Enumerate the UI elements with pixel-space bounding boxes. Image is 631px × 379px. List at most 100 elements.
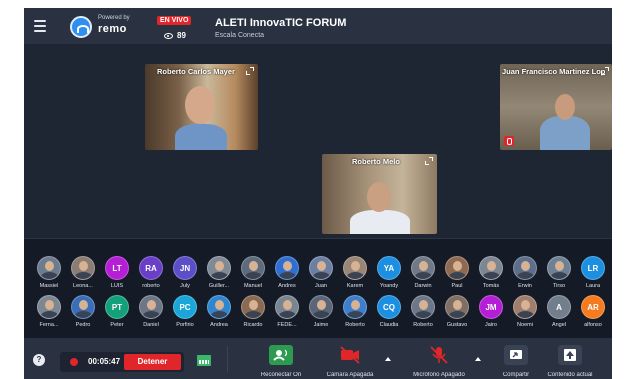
audience-member[interactable]: Tirso (542, 256, 574, 294)
avatar: RA (139, 256, 163, 280)
member-name: Roberto (413, 322, 433, 328)
avatar: A (547, 295, 571, 319)
avatar (411, 256, 435, 280)
reconnect-button[interactable]: Reconectar On (251, 345, 311, 379)
avatar: JM (479, 295, 503, 319)
help-icon[interactable]: ? (33, 354, 45, 366)
audience-member[interactable]: CQ Claudia (372, 295, 404, 333)
layout-grid-icon[interactable] (197, 355, 211, 366)
event-subtitle: Escala Conecta (215, 32, 265, 39)
member-name: Pedro (75, 322, 91, 328)
share-screen-icon (504, 345, 528, 365)
audience-member[interactable]: PT Peter (100, 295, 132, 333)
audience-member[interactable]: YA Yoandy (372, 256, 404, 294)
camera-toggle-button[interactable]: Cámara Apagada (320, 345, 380, 379)
speaker-figure (540, 116, 590, 150)
speaker-face (185, 86, 215, 124)
audience-member[interactable]: RA roberto (134, 256, 166, 294)
member-name: Andres (278, 283, 296, 289)
audience-member[interactable]: Leona... (66, 256, 98, 294)
audience-member[interactable]: Ferna... (32, 295, 64, 333)
audience-member[interactable]: AR alfonso (576, 295, 608, 333)
audience-member[interactable]: Gustavo (440, 295, 472, 333)
avatar (513, 256, 537, 280)
audience-member[interactable]: JN July (168, 256, 200, 294)
speaker-figure (350, 210, 410, 234)
audience-member[interactable]: Manuel (236, 256, 268, 294)
avatar (343, 295, 367, 319)
audience-member[interactable]: A Angel (542, 295, 574, 333)
remo-event-window: Powered by remo EN VIVO 89 ALETI InnovaT… (24, 8, 612, 379)
avatar (37, 256, 61, 280)
audience-member[interactable]: Roberto (406, 295, 438, 333)
audience-member[interactable]: Massiel (32, 256, 64, 294)
live-badge: EN VIVO (157, 16, 192, 25)
toolbar-divider (227, 346, 228, 372)
avatar (71, 256, 95, 280)
avatar (479, 256, 503, 280)
member-name: Jaime (313, 322, 329, 328)
mic-options-caret-icon[interactable] (474, 355, 482, 363)
avatar: JN (173, 256, 197, 280)
stop-recording-button[interactable]: Detener (124, 354, 181, 370)
audience-member[interactable]: LR Laura (576, 256, 608, 294)
audience-member[interactable]: Jaime (304, 295, 336, 333)
audience-member[interactable]: Andres (270, 256, 302, 294)
viewer-count: 89 (164, 31, 186, 40)
muted-mic-icon (504, 136, 514, 146)
avatar (275, 295, 299, 319)
mic-toggle-button[interactable]: Micrófono Apagado (409, 345, 469, 379)
member-name: Tirso (552, 283, 566, 289)
audience-member[interactable]: Roberto (338, 295, 370, 333)
avatar (445, 295, 469, 319)
recording-timer: 00:05:47 (88, 357, 121, 366)
audience-member[interactable]: Pedro (66, 295, 98, 333)
audience-member[interactable]: Tomás (474, 256, 506, 294)
audience-member[interactable]: Andrea (202, 295, 234, 333)
powered-by-label: Powered by (98, 15, 130, 21)
viewer-count-value: 89 (177, 31, 186, 40)
expand-icon[interactable] (601, 67, 609, 75)
audience-member[interactable]: Erwin (508, 256, 540, 294)
audience-member[interactable]: Guiller... (202, 256, 234, 294)
audience-member[interactable]: Noemi (508, 295, 540, 333)
avatar (547, 256, 571, 280)
speaker-tile-roberto-carlos[interactable]: Roberto Carlos Mayer (145, 64, 258, 150)
mic-label: Micrófono Apagado (413, 372, 465, 378)
member-name: Juan (315, 283, 327, 289)
audience-member[interactable]: Daniel (134, 295, 166, 333)
avatar (37, 295, 61, 319)
content-label: Contenido actual (547, 372, 593, 378)
member-name: Paul (451, 283, 463, 289)
speaker-tile-juan-francisco[interactable]: Juan Francisco Martinez Lop (500, 64, 612, 150)
audience-member[interactable]: LT LUIS (100, 256, 132, 294)
mic-off-icon (427, 345, 451, 365)
audience-member[interactable]: PC Porfirio (168, 295, 200, 333)
audience-member[interactable]: Darwin (406, 256, 438, 294)
reconnect-icon (269, 345, 293, 365)
member-name: Angel (551, 322, 567, 328)
expand-icon[interactable] (425, 157, 433, 165)
avatar: PC (173, 295, 197, 319)
audience-member[interactable]: Karem (338, 256, 370, 294)
audience-member[interactable]: Juan (304, 256, 336, 294)
avatar: YA (377, 256, 401, 280)
audience-member[interactable]: Paul (440, 256, 472, 294)
camera-label: Cámara Apagada (326, 372, 374, 378)
audience-member[interactable]: FEDE... (270, 295, 302, 333)
recording-dot-icon (70, 358, 78, 366)
audience-member[interactable]: Ricardo (236, 295, 268, 333)
camera-options-caret-icon[interactable] (384, 355, 392, 363)
hamburger-menu-icon[interactable] (32, 18, 48, 34)
member-name: Massiel (39, 283, 59, 289)
expand-icon[interactable] (246, 67, 254, 75)
audience-member[interactable]: JM Jairo (474, 295, 506, 333)
speaker-tile-roberto-melo[interactable]: Roberto Melo (322, 154, 437, 234)
event-title: ALETI InnovaTIC FORUM (215, 17, 347, 29)
member-name: Manuel (243, 283, 263, 289)
member-name: roberto (142, 283, 160, 289)
avatar (275, 256, 299, 280)
avatar (139, 295, 163, 319)
member-name: Claudia (379, 322, 399, 328)
current-content-button[interactable]: Contenido actual (540, 345, 600, 379)
